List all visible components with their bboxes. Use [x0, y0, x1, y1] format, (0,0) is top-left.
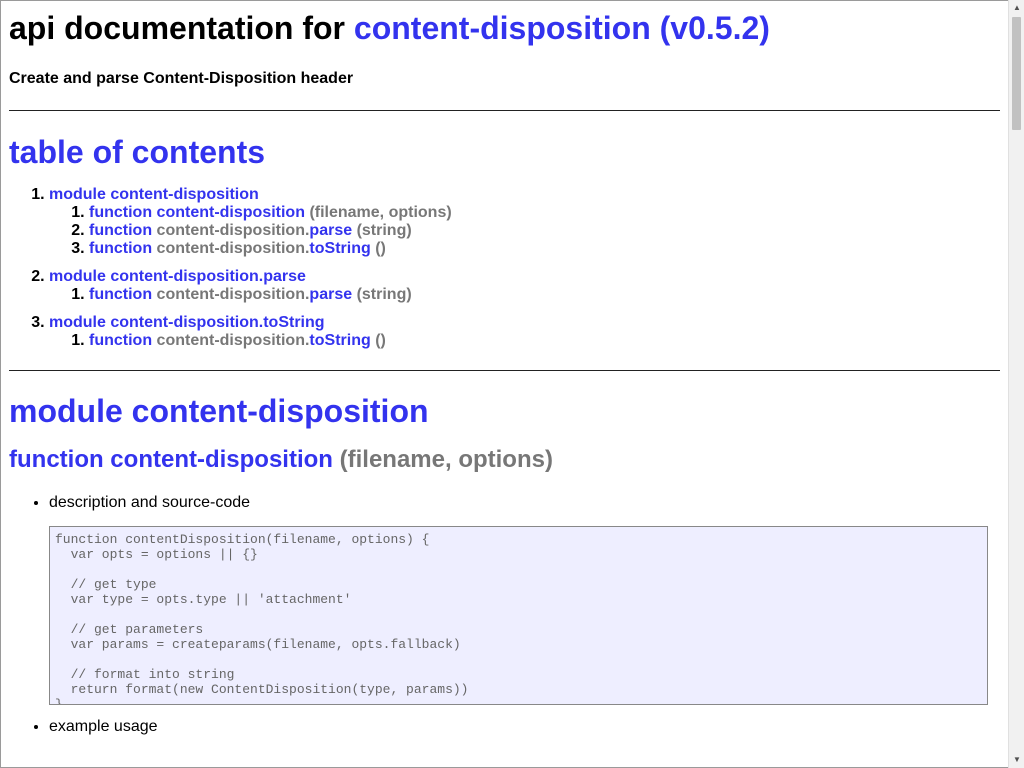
function-keyword: function — [89, 240, 153, 257]
function-namespace: content-disposition. — [156, 240, 310, 257]
module-heading-link[interactable]: module content-disposition — [9, 393, 429, 429]
example-usage-item: example usage — [49, 717, 1000, 737]
source-code-block: function contentDisposition(filename, op… — [49, 526, 988, 705]
function-name: toString — [309, 332, 371, 349]
function-name: parse — [309, 286, 353, 303]
toc-function-list: function content-disposition.parse (stri… — [49, 286, 1000, 304]
toc-function-link[interactable]: function content-disposition.parse — [89, 286, 352, 303]
toc-function-item: function content-disposition.parse (stri… — [89, 222, 1000, 240]
example-usage-label: example usage — [49, 718, 158, 735]
function-keyword: function — [89, 204, 153, 221]
toc-function-link[interactable]: function content-disposition — [89, 204, 305, 221]
function-args: (filename, options) — [309, 204, 452, 221]
description-label: description and source-code — [49, 494, 251, 511]
module-heading: module content-disposition — [9, 392, 1000, 430]
toc-function-link[interactable]: function content-disposition.toString — [89, 240, 371, 257]
function-heading: function content-disposition (filename, … — [9, 446, 1000, 474]
toc-module-link[interactable]: module content-disposition.toString — [49, 314, 325, 331]
function-name: toString — [309, 240, 371, 257]
toc-module-item: module content-disposition function cont… — [49, 186, 1000, 258]
toc-module-link[interactable]: module content-disposition — [49, 186, 259, 203]
toc-function-item: function content-disposition.toString () — [89, 240, 1000, 258]
function-args: () — [375, 240, 386, 257]
toc-function-link[interactable]: function content-disposition.toString — [89, 332, 371, 349]
divider — [9, 370, 1000, 371]
toc-function-list: function content-disposition.toString () — [49, 332, 1000, 350]
function-heading-link[interactable]: function content-disposition — [9, 446, 333, 473]
toc-module-item: module content-disposition.toString func… — [49, 314, 1000, 350]
function-heading-args: (filename, options) — [339, 446, 553, 473]
divider — [9, 110, 1000, 111]
function-name: content-disposition — [156, 204, 305, 221]
function-name: parse — [309, 222, 353, 239]
function-namespace: content-disposition. — [156, 222, 310, 239]
toc-list: module content-disposition function cont… — [9, 186, 1000, 350]
function-keyword: function — [89, 222, 153, 239]
toc-module-link[interactable]: module content-disposition.parse — [49, 268, 306, 285]
toc-function-item: function content-disposition.toString () — [89, 332, 1000, 350]
function-keyword: function — [89, 286, 153, 303]
page-title-prefix: api documentation for — [9, 10, 354, 46]
function-args: () — [375, 332, 386, 349]
function-namespace: content-disposition. — [156, 286, 310, 303]
scroll-up-arrow-icon[interactable]: ▲ — [1009, 0, 1024, 16]
toc-heading: table of contents — [9, 133, 1000, 171]
toc-function-list: function content-disposition (filename, … — [49, 204, 1000, 258]
function-detail-list: description and source-code function con… — [9, 493, 1000, 737]
vertical-scrollbar[interactable]: ▲ ▼ — [1008, 0, 1024, 768]
page-title: api documentation for content-dispositio… — [9, 9, 1000, 47]
function-args: (string) — [356, 222, 412, 239]
package-description: Create and parse Content-Disposition hea… — [9, 70, 354, 87]
function-keyword: function — [89, 332, 153, 349]
function-args: (string) — [356, 286, 412, 303]
toc-heading-link[interactable]: table of contents — [9, 134, 265, 170]
toc-function-link[interactable]: function content-disposition.parse — [89, 222, 352, 239]
toc-function-item: function content-disposition (filename, … — [89, 204, 1000, 222]
description-item: description and source-code function con… — [49, 493, 1000, 705]
document-page: api documentation for content-dispositio… — [0, 0, 1008, 768]
function-namespace: content-disposition. — [156, 332, 310, 349]
document-content: api documentation for content-dispositio… — [1, 9, 1000, 737]
toc-function-item: function content-disposition.parse (stri… — [89, 286, 1000, 304]
scrollbar-thumb[interactable] — [1012, 17, 1021, 130]
toc-module-item: module content-disposition.parse functio… — [49, 268, 1000, 304]
scroll-down-arrow-icon[interactable]: ▼ — [1009, 752, 1024, 768]
package-link[interactable]: content-disposition (v0.5.2) — [354, 10, 770, 46]
